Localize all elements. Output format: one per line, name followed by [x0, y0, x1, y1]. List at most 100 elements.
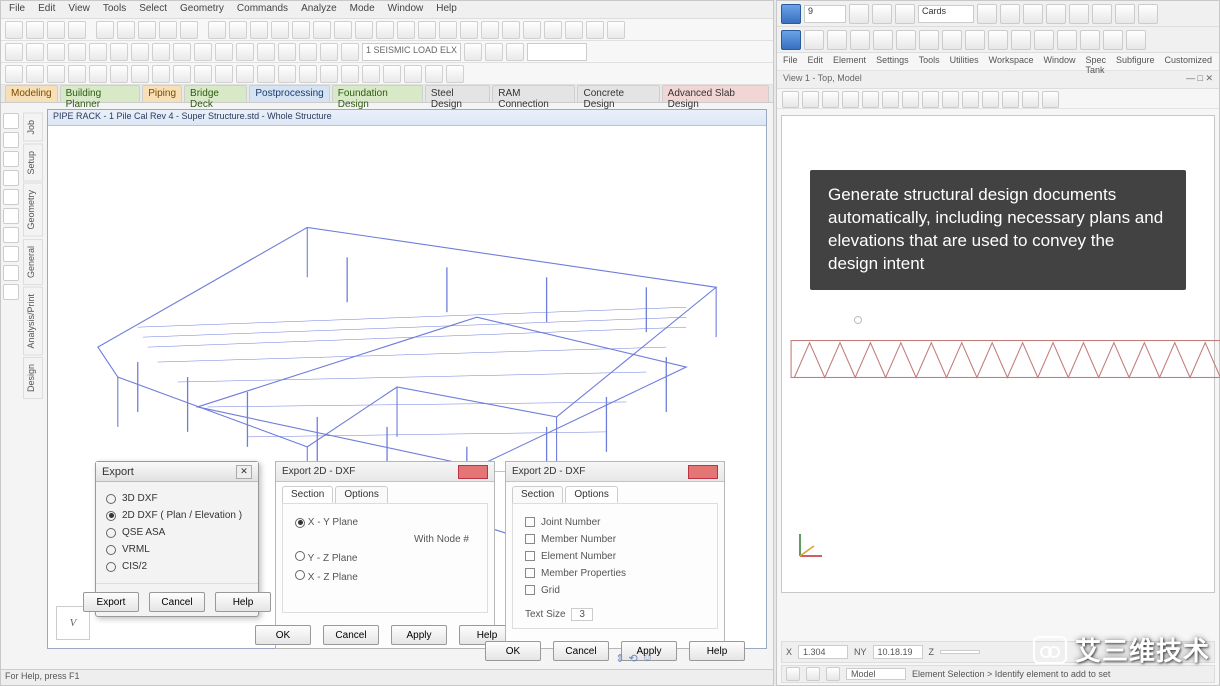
rmenu-spectank[interactable]: Spec Tank: [1086, 55, 1107, 68]
snap2-icon[interactable]: [806, 667, 820, 681]
tb-fit-icon[interactable]: [334, 21, 352, 39]
tb-label-icon[interactable]: [586, 21, 604, 39]
r-measure-icon[interactable]: [1103, 30, 1123, 50]
tb3-5-icon[interactable]: [89, 65, 107, 83]
tb3-14-icon[interactable]: [278, 65, 296, 83]
rmenu-edit[interactable]: Edit: [808, 55, 824, 68]
menu-help[interactable]: Help: [434, 3, 459, 16]
tb2-i-icon[interactable]: [173, 43, 191, 61]
tb3-10-icon[interactable]: [194, 65, 212, 83]
tab-section-b[interactable]: Section: [512, 486, 563, 503]
snap1-icon[interactable]: [786, 667, 800, 681]
tab-steel-design[interactable]: Steel Design: [425, 85, 490, 102]
r-trim-icon[interactable]: [965, 30, 985, 50]
chk-element[interactable]: [525, 551, 535, 561]
rail-material-icon[interactable]: [3, 284, 19, 300]
tb3-6-icon[interactable]: [110, 65, 128, 83]
rmenu-custom[interactable]: Customized: [1165, 55, 1213, 68]
tb3-19-icon[interactable]: [383, 65, 401, 83]
rail-grid-icon[interactable]: [3, 246, 19, 262]
cards-combo[interactable]: Cards: [918, 5, 974, 23]
help-button[interactable]: Help: [215, 592, 271, 612]
r-cells-icon[interactable]: [1023, 4, 1043, 24]
tb-redo-icon[interactable]: [117, 21, 135, 39]
vtab-design[interactable]: Design: [23, 357, 43, 399]
r-layer-icon[interactable]: [977, 4, 997, 24]
tb-copy-icon[interactable]: [159, 21, 177, 39]
tab-options-a[interactable]: Options: [335, 486, 387, 503]
tb-open-icon[interactable]: [26, 21, 44, 39]
rv-next-icon[interactable]: [902, 91, 919, 108]
vtab-job[interactable]: Job: [23, 113, 43, 142]
menu-geometry[interactable]: Geometry: [178, 3, 226, 16]
tab-building-planner[interactable]: Building Planner: [60, 85, 141, 102]
r-models-icon[interactable]: [1069, 4, 1089, 24]
tb-new-icon[interactable]: [5, 21, 23, 39]
tb3-1-icon[interactable]: [5, 65, 23, 83]
deflect-icon[interactable]: ⟲: [629, 652, 638, 665]
tb-move-icon[interactable]: [229, 21, 247, 39]
tb3-18-icon[interactable]: [362, 65, 380, 83]
ny-field[interactable]: 10.18.19: [873, 645, 923, 659]
tb-render-icon[interactable]: [439, 21, 457, 39]
rv-window-icon[interactable]: [862, 91, 879, 108]
person-icon[interactable]: ☺: [642, 652, 653, 665]
snap3-icon[interactable]: [826, 667, 840, 681]
r-refs-icon[interactable]: [1046, 4, 1066, 24]
rv-render-icon[interactable]: [942, 91, 959, 108]
tab-options-b[interactable]: Options: [565, 486, 617, 503]
r-rotate-icon[interactable]: [1034, 30, 1054, 50]
rail-snap-icon[interactable]: [3, 227, 19, 243]
export-close-icon[interactable]: ✕: [236, 465, 252, 479]
tb3-15-icon[interactable]: [299, 65, 317, 83]
tb-snap-icon[interactable]: [607, 21, 625, 39]
tb2-q-icon[interactable]: [341, 43, 359, 61]
vtab-analysis[interactable]: Analysis/Print: [23, 287, 43, 356]
tb-zoom-icon[interactable]: [292, 21, 310, 39]
tb2-e-icon[interactable]: [89, 43, 107, 61]
rv-display-icon[interactable]: [922, 91, 939, 108]
r-circle-icon[interactable]: [873, 30, 893, 50]
cancel-button-a[interactable]: Cancel: [323, 625, 379, 645]
help-button-b[interactable]: Help: [689, 641, 745, 661]
radio-vrml[interactable]: [106, 545, 116, 555]
tb3-21-icon[interactable]: [425, 65, 443, 83]
tb-side-icon[interactable]: [418, 21, 436, 39]
export2d-b-close-icon[interactable]: [688, 465, 718, 479]
r-mirror-icon[interactable]: [1057, 30, 1077, 50]
z-field[interactable]: [940, 650, 980, 654]
rv-clip-icon[interactable]: [962, 91, 979, 108]
export2d-a-close-icon[interactable]: [458, 465, 488, 479]
rail-cursor-icon[interactable]: [3, 113, 19, 129]
tb2-c-icon[interactable]: [47, 43, 65, 61]
rmenu-utils[interactable]: Utilities: [950, 55, 979, 68]
rmenu-tools[interactable]: Tools: [919, 55, 940, 68]
ok-button-b[interactable]: OK: [485, 641, 541, 661]
radio-2d-dxf[interactable]: [106, 511, 116, 521]
tb2-a-icon[interactable]: [5, 43, 23, 61]
menu-mode[interactable]: Mode: [348, 3, 377, 16]
tb2-f-icon[interactable]: [110, 43, 128, 61]
tab-adv-slab-design[interactable]: Advanced Slab Design: [662, 85, 769, 102]
rail-dim-icon[interactable]: [3, 208, 19, 224]
tab-section[interactable]: Section: [282, 486, 333, 503]
tb2-h-icon[interactable]: [152, 43, 170, 61]
tb3-12-icon[interactable]: [236, 65, 254, 83]
tb-save-icon[interactable]: [47, 21, 65, 39]
menu-analyze[interactable]: Analyze: [299, 3, 339, 16]
tb3-20-icon[interactable]: [404, 65, 422, 83]
rmenu-file[interactable]: File: [783, 55, 798, 68]
radio-xz[interactable]: [295, 570, 305, 580]
r-select-icon[interactable]: [781, 30, 801, 50]
tab-modeling[interactable]: Modeling: [5, 85, 58, 102]
rv-view4-icon[interactable]: [1042, 91, 1059, 108]
r-fence-icon[interactable]: [804, 30, 824, 50]
menu-view[interactable]: View: [66, 3, 92, 16]
tab-concrete-design[interactable]: Concrete Design: [577, 85, 659, 102]
r-shape-icon[interactable]: [850, 30, 870, 50]
rv-view1-icon[interactable]: [982, 91, 999, 108]
r-view-controls-icon[interactable]: — □ ✕: [1186, 73, 1213, 86]
tb-node-icon[interactable]: [481, 21, 499, 39]
radio-qse[interactable]: [106, 528, 116, 538]
menu-commands[interactable]: Commands: [235, 3, 290, 16]
